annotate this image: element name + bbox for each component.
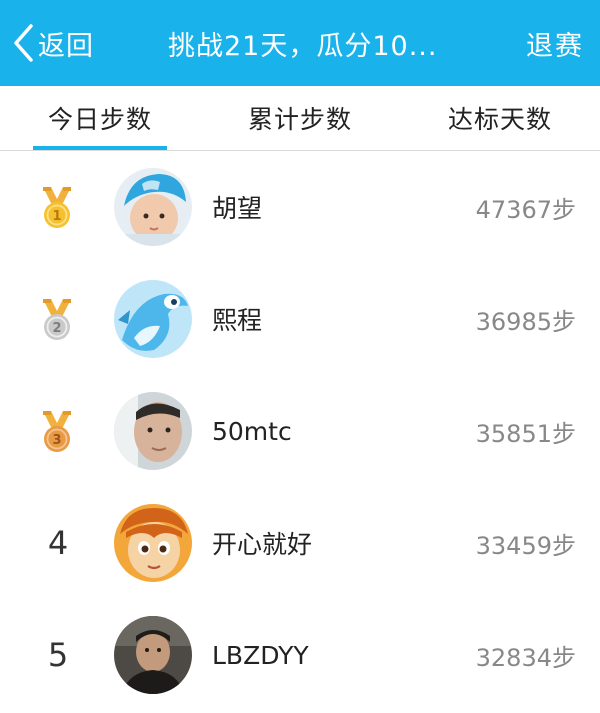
rank-number: 4 [47,524,69,562]
ranking-list: 1 胡望 47367步 2 熙程 36985步 3 50mtc 35851步 4… [0,151,600,711]
step-count: 35851步 [475,419,576,448]
tab-days-reached[interactable]: 达标天数 [400,86,600,150]
bronze-medal-icon: 3 [38,409,76,455]
quit-challenge-button[interactable]: 退赛 [526,0,584,86]
user-name: 50mtc [212,416,292,446]
user-name: 胡望 [212,194,263,223]
ranking-row[interactable]: 4 开心就好 33459步 [0,487,600,599]
svg-text:2: 2 [52,321,61,336]
ranking-row[interactable]: 3 50mtc 35851步 [0,375,600,487]
user-name: LBZDYY [212,640,309,670]
tab-total-steps[interactable]: 累计步数 [200,86,400,150]
step-count: 33459步 [475,531,576,560]
ranking-row[interactable]: 1 胡望 47367步 [0,151,600,263]
top-bar: 返回 挑战21天，瓜分10... 退赛 [0,0,600,86]
step-count: 32834步 [475,643,576,672]
step-count: 47367步 [475,195,576,224]
chevron-left-icon [12,23,34,63]
gold-medal-icon: 1 [38,185,76,231]
back-button[interactable]: 返回 [12,0,94,86]
avatar[interactable] [114,616,192,694]
svg-text:1: 1 [52,209,61,224]
avatar[interactable] [114,168,192,246]
silver-medal-icon: 2 [38,297,76,343]
avatar[interactable] [114,280,192,358]
ranking-row[interactable]: 5 LBZDYY 32834步 [0,599,600,711]
tab-bar: 今日步数 累计步数 达标天数 [0,86,600,151]
back-label: 返回 [38,30,94,62]
avatar[interactable] [114,392,192,470]
tab-today-steps[interactable]: 今日步数 [0,86,200,150]
page-title: 挑战21天，瓜分10... [168,30,438,62]
svg-text:3: 3 [52,433,61,448]
step-count: 36985步 [475,307,576,336]
rank-number: 5 [47,636,69,674]
ranking-row[interactable]: 2 熙程 36985步 [0,263,600,375]
user-name: 熙程 [212,306,263,335]
user-name: 开心就好 [212,530,313,559]
avatar[interactable] [114,504,192,582]
active-tab-indicator [33,146,167,150]
